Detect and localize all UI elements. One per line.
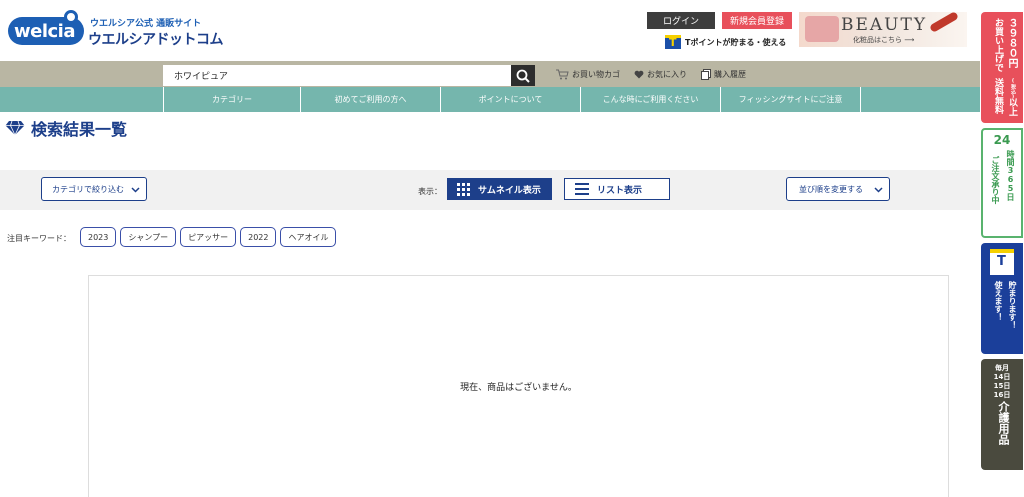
keyword-tag[interactable]: 2023 [80,227,117,247]
tpoint-card-icon: T [990,249,1014,275]
global-nav: カテゴリー 初めてご利用の方へ ポイントについて こんな時にご利用ください フィ… [0,87,980,112]
login-button[interactable]: ログイン [647,12,715,29]
free-shipping-banner[interactable]: ３９８０円 (税込) 以上 お買い上げで 送料無料 [981,12,1023,123]
keyword-tag-list: 2023 シャンプー ピアッサー 2022 ヘアオイル [80,227,337,247]
thumbnail-view-button[interactable]: サムネイル表示 [447,178,552,200]
keywords-label: 注目キーワード： [7,234,71,243]
care-products-banner[interactable]: 毎月 14日 15日 16日 介護用品 [981,359,1023,470]
header-links: お買い物カゴ お気に入り 購入履歴 [556,69,746,80]
empty-results-message: 現在、商品はございません。 [460,383,577,393]
nav-item-category[interactable]: カテゴリー [163,87,301,112]
care-title: 介護用品 [997,401,1010,445]
document-icon [701,69,711,80]
beauty-title: BEAUTY [841,15,928,35]
chevron-down-icon [131,187,140,193]
heart-icon [634,70,644,79]
logo-dot-icon [64,10,78,24]
tpoint-text: Tポイントが貯まる・使える [685,37,787,47]
sort-label: 並び順を変更する [799,184,863,194]
thumbnail-view-label: サムネイル表示 [478,185,541,196]
search-results-panel: 現在、商品はございません。 [88,275,949,497]
tpoint-side-banner[interactable]: T 貯まります！ 使えます！ [981,243,1023,354]
tpoint-logo-icon [665,35,681,49]
logo-subtitle: ウエルシア公式 通販サイト [90,19,202,29]
keyword-tag[interactable]: ヘアオイル [280,227,337,247]
cart-label: お買い物カゴ [572,70,620,79]
care-day-16: 16日 [993,391,1011,399]
cart-icon [556,69,569,80]
tpoint-use: 使えます！ [994,281,1003,321]
cosmetics-palette-icon [805,16,839,42]
list-icon [575,183,589,195]
diamond-icon [5,120,25,136]
beauty-subtitle: 化粧品はこちら ⟶ [853,36,915,44]
tpoint-earn: 貯まります！ [1008,281,1017,329]
list-view-button[interactable]: リスト表示 [564,178,670,200]
24h-number: 24 [993,133,1011,147]
24h-days: 時間365日 [1006,150,1015,201]
cart-link[interactable]: お買い物カゴ [556,69,620,80]
page-title: 検索結果一覧 [31,120,128,139]
shipping-free: 送料無料 [993,78,1003,114]
nav-item-first-time[interactable]: 初めてご利用の方へ [301,87,441,112]
search-button[interactable] [511,65,535,86]
nav-item-phishing[interactable]: フィッシングサイトにご注意 [721,87,861,112]
shipping-tax-note: (税込) [1010,78,1016,100]
grid-icon [457,182,470,196]
keyword-tag[interactable]: 2022 [240,227,277,247]
lipstick-icon [929,12,959,33]
shipping-amount: ３９８０円 [1006,18,1017,68]
shipping-above: 以上 [1007,98,1017,116]
logo-text: welcia [14,21,76,42]
logo-site-name: ウエルシアドットコム [88,32,224,48]
search-bar: お買い物カゴ お気に入り 購入履歴 [0,61,980,87]
search-icon [516,69,530,83]
register-button[interactable]: 新規会員登録 [722,12,792,29]
page-title-area: 検索結果一覧 [5,116,127,140]
keyword-tag[interactable]: ピアッサー [180,227,237,247]
site-logo[interactable]: welcia ウエルシア公式 通販サイト ウエルシアドットコム [8,10,224,49]
chevron-down-icon [874,187,883,193]
tpoint-notice: Tポイントが貯まる・使える [665,35,786,49]
shipping-purchase: お買い上げで [993,18,1003,72]
nav-item-points[interactable]: ポイントについて [441,87,581,112]
sort-dropdown[interactable]: 並び順を変更する [786,177,890,201]
nav-item-usage[interactable]: こんな時にご利用ください [581,87,721,112]
filter-bar: カテゴリで絞り込む 表示： サムネイル表示 リスト表示 並び順を変更する [0,170,980,210]
24h-accepting: ご注文承り中 [991,156,1000,204]
category-filter-dropdown[interactable]: カテゴリで絞り込む [41,177,147,201]
history-label: 購入履歴 [714,70,746,79]
favorites-link[interactable]: お気に入り [634,69,687,80]
favorites-label: お気に入り [647,70,687,79]
category-filter-label: カテゴリで絞り込む [52,184,124,194]
search-input[interactable] [163,65,511,86]
list-view-label: リスト表示 [597,185,643,196]
history-link[interactable]: 購入履歴 [701,69,746,80]
beauty-banner[interactable]: BEAUTY 化粧品はこちら ⟶ [799,12,967,47]
24h-order-banner[interactable]: 24 時間365日 ご注文承り中 [981,128,1023,238]
display-mode-label: 表示： [418,187,442,196]
keyword-tag[interactable]: シャンプー [120,227,177,247]
